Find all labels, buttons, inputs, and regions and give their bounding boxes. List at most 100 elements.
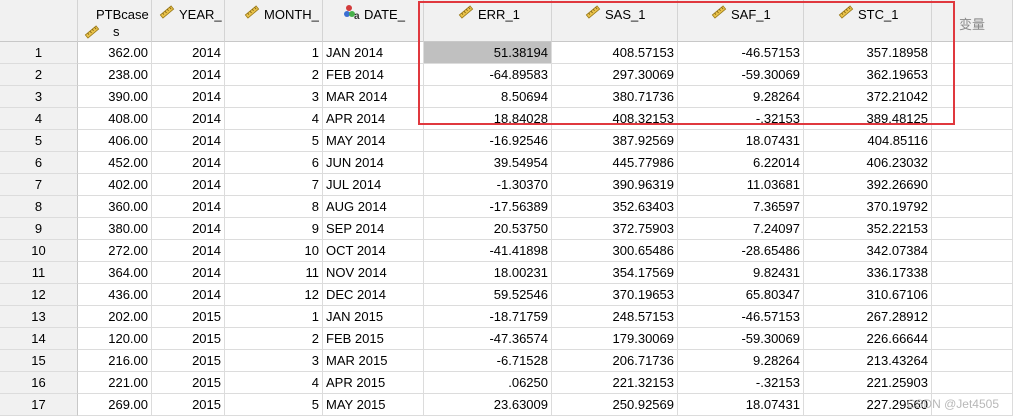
cell-new-variable[interactable] [932, 350, 1013, 372]
cell-stc[interactable]: 372.21042 [804, 86, 932, 108]
cell-err[interactable]: -1.30370 [424, 174, 552, 196]
column-header-year[interactable]: YEAR_ [152, 0, 225, 42]
cell-err[interactable]: -16.92546 [424, 130, 552, 152]
cell-saf[interactable]: 18.07431 [678, 130, 804, 152]
cell-month[interactable]: 5 [225, 394, 323, 416]
cell-stc[interactable]: 406.23032 [804, 152, 932, 174]
cell-sas[interactable]: 370.19653 [552, 284, 678, 306]
cell-month[interactable]: 4 [225, 372, 323, 394]
cell-saf[interactable]: -.32153 [678, 108, 804, 130]
cell-year[interactable]: 2014 [152, 218, 225, 240]
cell-new-variable[interactable] [932, 372, 1013, 394]
row-number[interactable]: 13 [0, 306, 78, 328]
cell-sas[interactable]: 206.71736 [552, 350, 678, 372]
cell-stc[interactable]: 352.22153 [804, 218, 932, 240]
cell-new-variable[interactable] [932, 196, 1013, 218]
row-number[interactable]: 15 [0, 350, 78, 372]
cell-err[interactable]: -17.56389 [424, 196, 552, 218]
cell-date[interactable]: DEC 2014 [323, 284, 424, 306]
cell-err[interactable]: 18.00231 [424, 262, 552, 284]
cell-date[interactable]: APR 2015 [323, 372, 424, 394]
cell-stc[interactable]: 389.48125 [804, 108, 932, 130]
cell-new-variable[interactable] [932, 130, 1013, 152]
row-number[interactable]: 9 [0, 218, 78, 240]
cell-month[interactable]: 2 [225, 64, 323, 86]
row-number[interactable]: 10 [0, 240, 78, 262]
cell-year[interactable]: 2015 [152, 350, 225, 372]
cell-date[interactable]: NOV 2014 [323, 262, 424, 284]
cell-ptb[interactable]: 238.00 [78, 64, 152, 86]
column-header-ptb[interactable]: PTBcase s [78, 0, 152, 42]
row-number[interactable]: 3 [0, 86, 78, 108]
cell-saf[interactable]: 18.07431 [678, 394, 804, 416]
cell-new-variable[interactable] [932, 218, 1013, 240]
cell-ptb[interactable]: 120.00 [78, 328, 152, 350]
cell-new-variable[interactable] [932, 86, 1013, 108]
cell-sas[interactable]: 300.65486 [552, 240, 678, 262]
cell-date[interactable]: JAN 2015 [323, 306, 424, 328]
cell-year[interactable]: 2014 [152, 64, 225, 86]
column-header-saf[interactable]: SAF_1 [678, 0, 804, 42]
cell-new-variable[interactable] [932, 108, 1013, 130]
cell-sas[interactable]: 408.57153 [552, 42, 678, 64]
cell-saf[interactable]: 9.28264 [678, 86, 804, 108]
row-number[interactable]: 6 [0, 152, 78, 174]
cell-ptb[interactable]: 390.00 [78, 86, 152, 108]
cell-year[interactable]: 2015 [152, 328, 225, 350]
cell-stc[interactable]: 370.19792 [804, 196, 932, 218]
cell-new-variable[interactable] [932, 284, 1013, 306]
row-number[interactable]: 7 [0, 174, 78, 196]
cell-sas[interactable]: 250.92569 [552, 394, 678, 416]
cell-month[interactable]: 9 [225, 218, 323, 240]
row-number[interactable]: 4 [0, 108, 78, 130]
cell-date[interactable]: JAN 2014 [323, 42, 424, 64]
row-number[interactable]: 14 [0, 328, 78, 350]
cell-date[interactable]: OCT 2014 [323, 240, 424, 262]
cell-month[interactable]: 6 [225, 152, 323, 174]
cell-err[interactable]: .06250 [424, 372, 552, 394]
cell-ptb[interactable]: 364.00 [78, 262, 152, 284]
cell-date[interactable]: APR 2014 [323, 108, 424, 130]
cell-month[interactable]: 8 [225, 196, 323, 218]
cell-date[interactable]: MAY 2014 [323, 130, 424, 152]
cell-ptb[interactable]: 452.00 [78, 152, 152, 174]
cell-ptb[interactable]: 202.00 [78, 306, 152, 328]
cell-err[interactable]: 8.50694 [424, 86, 552, 108]
cell-date[interactable]: FEB 2015 [323, 328, 424, 350]
cell-stc[interactable]: 221.25903 [804, 372, 932, 394]
cell-year[interactable]: 2015 [152, 306, 225, 328]
cell-date[interactable]: SEP 2014 [323, 218, 424, 240]
cell-ptb[interactable]: 408.00 [78, 108, 152, 130]
cell-sas[interactable]: 352.63403 [552, 196, 678, 218]
cell-saf[interactable]: 7.36597 [678, 196, 804, 218]
cell-ptb[interactable]: 221.00 [78, 372, 152, 394]
cell-year[interactable]: 2014 [152, 42, 225, 64]
cell-saf[interactable]: 9.82431 [678, 262, 804, 284]
cell-saf[interactable]: 9.28264 [678, 350, 804, 372]
cell-ptb[interactable]: 402.00 [78, 174, 152, 196]
cell-sas[interactable]: 408.32153 [552, 108, 678, 130]
cell-new-variable[interactable] [932, 262, 1013, 284]
cell-month[interactable]: 1 [225, 42, 323, 64]
cell-month[interactable]: 11 [225, 262, 323, 284]
cell-month[interactable]: 10 [225, 240, 323, 262]
cell-sas[interactable]: 387.92569 [552, 130, 678, 152]
cell-month[interactable]: 4 [225, 108, 323, 130]
cell-year[interactable]: 2014 [152, 174, 225, 196]
cell-err[interactable]: 51.38194 [424, 42, 552, 64]
cell-new-variable[interactable] [932, 42, 1013, 64]
cell-year[interactable]: 2014 [152, 130, 225, 152]
cell-stc[interactable]: 310.67106 [804, 284, 932, 306]
cell-month[interactable]: 12 [225, 284, 323, 306]
cell-month[interactable]: 3 [225, 350, 323, 372]
row-number[interactable]: 5 [0, 130, 78, 152]
cell-stc[interactable]: 362.19653 [804, 64, 932, 86]
cell-new-variable[interactable] [932, 174, 1013, 196]
cell-ptb[interactable]: 436.00 [78, 284, 152, 306]
cell-ptb[interactable]: 360.00 [78, 196, 152, 218]
cell-new-variable[interactable] [932, 64, 1013, 86]
cell-date[interactable]: JUL 2014 [323, 174, 424, 196]
cell-stc[interactable]: 404.85116 [804, 130, 932, 152]
row-number[interactable]: 16 [0, 372, 78, 394]
cell-new-variable[interactable] [932, 240, 1013, 262]
